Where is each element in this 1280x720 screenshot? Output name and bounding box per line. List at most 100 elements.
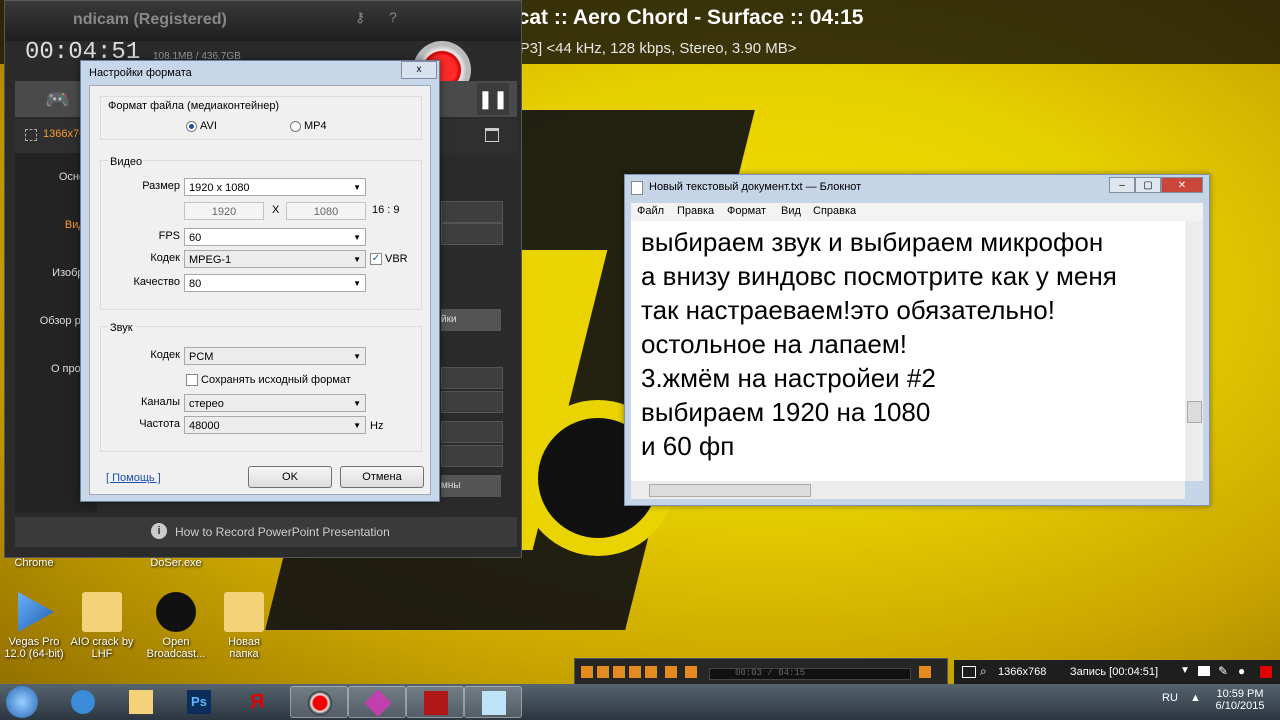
chevron-down-icon: ▼ <box>353 421 361 430</box>
desktop-icon-label: Open Broadcast... <box>146 636 206 660</box>
format-button[interactable]: мны <box>441 475 501 497</box>
settings-button[interactable]: йки <box>441 309 501 331</box>
maximize-button[interactable]: ▢ <box>1135 177 1161 193</box>
track-info: [MP3] <44 kHz, 128 kbps, Stereo, 3.90 MB… <box>503 40 797 57</box>
taskbar-yandex[interactable]: Я <box>228 686 286 718</box>
width-field[interactable]: 1920 <box>184 202 264 220</box>
vbr-checkbox[interactable]: ✓ <box>370 253 382 265</box>
vegas-icon <box>18 592 54 632</box>
notepad-menubar: Файл Правка Формат Вид Справка <box>631 203 1203 221</box>
eject-icon[interactable] <box>665 666 677 678</box>
stop-icon[interactable] <box>629 666 641 678</box>
text-line: выбираем звук и выбираем микрофон <box>641 227 1104 257</box>
height-field[interactable]: 1080 <box>286 202 366 220</box>
gamepad-icon[interactable]: 🎮 <box>45 87 70 112</box>
horizontal-scrollbar[interactable] <box>631 481 1185 499</box>
settings-field[interactable] <box>441 223 503 245</box>
key-icon[interactable]: ⚷ <box>355 9 365 26</box>
camera-icon[interactable] <box>1198 666 1210 676</box>
bandicam-title: ndicam (Registered) <box>73 11 227 28</box>
quality-value: 80 <box>189 278 202 290</box>
pause-icon[interactable] <box>613 666 625 678</box>
taskbar-ie[interactable] <box>54 686 112 718</box>
prev-icon[interactable] <box>581 666 593 678</box>
video-codec-select[interactable]: MPEG-1 ▼ <box>184 250 366 268</box>
taskbar-explorer[interactable] <box>112 686 170 718</box>
play-icon[interactable] <box>597 666 609 678</box>
desktop-icon-label[interactable]: Chrome <box>2 557 66 569</box>
menu-edit[interactable]: Правка <box>677 205 714 217</box>
shuffle-icon[interactable] <box>685 666 697 678</box>
vbr-label: VBR <box>385 253 408 265</box>
menu-view[interactable]: Вид <box>781 205 801 217</box>
cancel-button[interactable]: Отмена <box>340 466 424 488</box>
video-codec-value: MPEG-1 <box>189 254 232 266</box>
text-line: а внизу виндовс посмотрите как у меня <box>641 261 1117 291</box>
help-link[interactable]: [ Помощь ] <box>106 472 161 484</box>
chevron-down-icon: ▼ <box>353 399 361 408</box>
region-icon <box>25 129 37 141</box>
scroll-thumb[interactable] <box>649 484 811 497</box>
help-icon[interactable]: ? <box>389 9 397 25</box>
format-settings-dialog: Настройки формата x Формат файла (медиак… <box>80 60 440 502</box>
minimize-button[interactable]: – <box>1109 177 1135 193</box>
playlist-icon[interactable] <box>919 666 931 678</box>
desktop-icon-obs[interactable]: Open Broadcast... <box>144 592 208 660</box>
folder-icon <box>224 592 264 632</box>
desktop-icon-aio[interactable]: AIO crack by LHF <box>70 592 134 660</box>
audio-legend: Звук <box>108 322 135 334</box>
text-line: и 60 фп <box>641 431 735 461</box>
pause-button[interactable]: ❚❚ <box>477 83 509 115</box>
start-button[interactable] <box>6 686 38 718</box>
keep-original-checkbox[interactable] <box>186 374 198 386</box>
stop-record-icon[interactable] <box>1260 666 1272 678</box>
taskbar-app[interactable] <box>406 686 464 718</box>
close-button[interactable]: ✕ <box>1161 177 1203 193</box>
language-indicator[interactable]: RU <box>1162 692 1178 704</box>
settings-field[interactable] <box>441 445 503 467</box>
taskbar-notepad[interactable] <box>464 686 522 718</box>
taskbar-photoshop[interactable]: Ps <box>170 686 228 718</box>
settings-field[interactable] <box>441 367 503 389</box>
fps-select[interactable]: 60 ▼ <box>184 228 366 246</box>
settings-field[interactable] <box>441 421 503 443</box>
audio-codec-select[interactable]: PCM ▼ <box>184 347 366 365</box>
tray-arrow-icon[interactable]: ▲ <box>1190 692 1201 704</box>
ok-button[interactable]: OK <box>248 466 332 488</box>
notepad-icon <box>631 181 643 195</box>
chevron-down-icon[interactable]: ▼ <box>1180 665 1190 676</box>
taskbar-app[interactable] <box>348 686 406 718</box>
recording-resolution: 1366x768 <box>998 666 1047 678</box>
hz-label: Hz <box>370 420 384 432</box>
taskbar-bandicam[interactable] <box>290 686 348 718</box>
pencil-icon[interactable]: ✎ <box>1218 664 1228 678</box>
next-icon[interactable] <box>645 666 657 678</box>
frequency-select[interactable]: 48000 ▼ <box>184 416 366 434</box>
channels-select[interactable]: стерео ▼ <box>184 394 366 412</box>
radio-mp4[interactable] <box>290 121 301 132</box>
notepad-text-area[interactable]: выбираем звук и выбираем микрофон а вниз… <box>631 221 1185 481</box>
scroll-thumb[interactable] <box>1187 401 1202 423</box>
desktop-icon-label[interactable]: DoSer.exe <box>144 557 208 569</box>
yandex-icon: Я <box>249 691 265 713</box>
desktop-icon-vegas[interactable]: Vegas Pro 12.0 (64-bit) <box>2 592 66 660</box>
menu-help[interactable]: Справка <box>813 205 856 217</box>
notepad-window: Новый текстовый документ.txt — Блокнот –… <box>624 174 1210 506</box>
tray-clock[interactable]: 10:59 PM 6/10/2015 <box>1212 688 1268 712</box>
footer-tip-link[interactable]: How to Record PowerPoint Presentation <box>175 525 390 539</box>
desktop-icon-new-folder[interactable]: Новая папка <box>212 592 276 660</box>
quality-select[interactable]: 80 ▼ <box>184 274 366 292</box>
vertical-scrollbar[interactable] <box>1185 221 1203 481</box>
menu-file[interactable]: Файл <box>637 205 664 217</box>
window-mode-icon[interactable] <box>485 128 499 142</box>
settings-field[interactable] <box>441 201 503 223</box>
size-select[interactable]: 1920 x 1080 ▼ <box>184 178 366 196</box>
settings-field[interactable] <box>441 391 503 413</box>
channels-label: Каналы <box>140 396 180 408</box>
menu-format[interactable]: Формат <box>727 205 766 217</box>
mic-icon[interactable]: ● <box>1238 664 1245 678</box>
close-button[interactable]: x <box>401 61 437 79</box>
obs-icon <box>156 592 196 632</box>
resolution-label: 1366x76 <box>43 128 86 140</box>
radio-avi[interactable] <box>186 121 197 132</box>
